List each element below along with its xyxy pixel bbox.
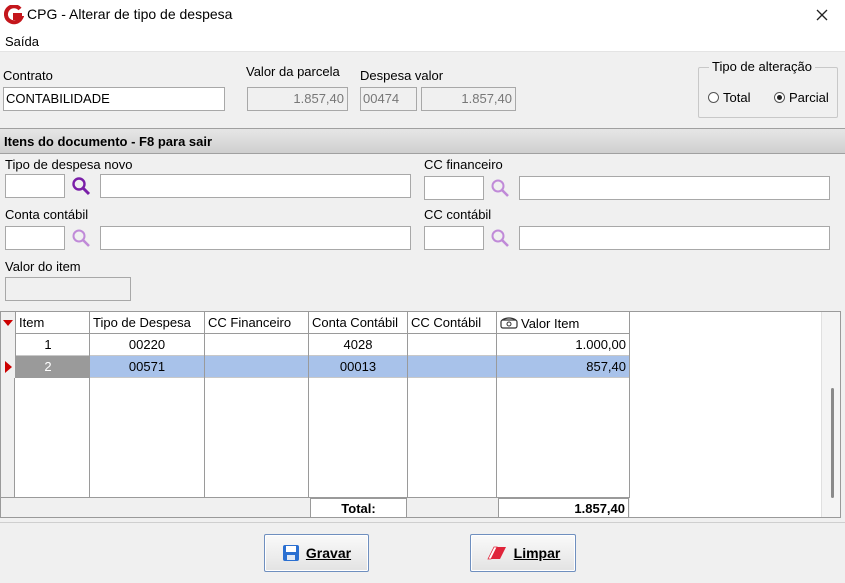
despesa-code-field[interactable]: 00474 [360,87,417,111]
conta-contabil-desc-input[interactable] [100,226,411,250]
section-title: Itens do documento - F8 para sair [4,134,213,149]
gravar-label: Gravar [305,545,352,561]
tipo-despesa-search-button[interactable] [68,174,94,198]
col-header-valor-item[interactable]: Valor Item [497,312,630,334]
limpar-button[interactable]: Limpar [470,534,576,572]
grid-footer: Total: 1.857,40 [1,497,630,517]
conta-contabil-code-input[interactable] [5,226,65,250]
cc-contabil-search-button[interactable] [487,226,513,250]
grid-header: Item Tipo de Despesa CC Financeiro Conta… [1,312,630,334]
radio-total-label: Total [723,90,751,105]
cc-financeiro-code-input[interactable] [424,176,484,200]
contrato-field[interactable]: CONTABILIDADE [3,87,225,111]
tipo-despesa-novo-label: Tipo de despesa novo [5,157,133,172]
despesa-valor-label: Despesa valor [360,68,444,83]
items-grid[interactable]: Item Tipo de Despesa CC Financeiro Conta… [0,311,841,518]
cell-valor-item: 857,40 [497,356,630,378]
cc-contabil-label: CC contábil [424,207,492,222]
col-header-tipo-despesa[interactable]: Tipo de Despesa [90,312,205,334]
button-area [0,522,845,583]
cell-cc-financeiro [205,334,309,356]
title-bar: CPG - Alterar de tipo de despesa [0,0,845,30]
grid-corner [1,312,16,334]
col-header-item[interactable]: Item [16,312,90,334]
col-header-valor-item-label: Valor Item [521,315,580,331]
radio-parcial[interactable]: Parcial [774,90,829,105]
section-header: Itens do documento - F8 para sair [0,128,845,154]
valor-parcela-field[interactable]: 1.857,40 [247,87,348,111]
conta-contabil-label: Conta contábil [5,207,89,222]
cell-cc-contabil [408,334,497,356]
cc-contabil-code-input[interactable] [424,226,484,250]
table-row[interactable]: 1 00220 4028 1.000,00 [1,334,630,356]
close-icon [816,9,828,21]
grid-scrollbar[interactable] [821,312,840,517]
cell-item: 2 [16,356,90,378]
radio-parcial-label: Parcial [789,90,829,105]
search-icon [491,229,509,247]
menu-item-saida[interactable]: Saída [5,34,39,49]
row-indicator [1,334,16,356]
cell-tipo-despesa: 00220 [90,334,205,356]
col-header-cc-financeiro[interactable]: CC Financeiro [205,312,309,334]
cc-financeiro-label: CC financeiro [424,157,503,172]
radio-total[interactable]: Total [708,90,750,105]
cc-financeiro-desc-input[interactable] [519,176,830,200]
cell-conta-contabil: 00013 [309,356,408,378]
tipo-despesa-desc-input[interactable] [100,174,411,198]
phone-icon [500,317,518,329]
cc-contabil-desc-input[interactable] [519,226,830,250]
contrato-label: Contrato [3,68,53,83]
cell-cc-contabil [408,356,497,378]
valor-item-label: Valor do item [5,259,81,274]
total-label: Total: [310,498,407,517]
search-icon [72,229,90,247]
menu-bar: Saída [0,30,845,52]
radio-total-dot[interactable] [708,92,719,103]
valor-item-input[interactable] [5,277,131,301]
cc-financeiro-search-button[interactable] [487,176,513,200]
despesa-value-field[interactable]: 1.857,40 [421,87,516,111]
search-icon [491,179,509,197]
close-button[interactable] [799,0,845,30]
cell-item: 1 [16,334,90,356]
tipo-despesa-code-input[interactable] [5,174,65,198]
window-title: CPG - Alterar de tipo de despesa [27,6,233,22]
radio-parcial-dot[interactable] [774,92,785,103]
valor-parcela-label: Valor da parcela [246,64,340,79]
table-row[interactable]: 2 00571 00013 857,40 [1,356,630,378]
tipo-alteracao-group: Tipo de alteração Total Parcial [698,59,838,118]
save-icon [282,545,299,561]
cell-conta-contabil: 4028 [309,334,408,356]
eraser-icon [487,546,506,560]
cell-tipo-despesa: 00571 [90,356,205,378]
current-row-arrow-icon [5,361,12,373]
cell-cc-financeiro [205,356,309,378]
scrollbar-thumb[interactable] [831,388,834,498]
sort-indicator-icon [3,320,13,326]
limpar-label: Limpar [513,545,561,561]
gravar-button[interactable]: Gravar [264,534,369,572]
col-header-conta-contabil[interactable]: Conta Contábil [309,312,408,334]
total-value: 1.857,40 [498,498,629,517]
col-header-cc-contabil[interactable]: CC Contábil [408,312,497,334]
tipo-alteracao-title: Tipo de alteração [709,59,815,74]
conta-contabil-search-button[interactable] [68,226,94,250]
app-logo-icon [4,5,24,25]
search-icon [72,177,91,196]
cell-valor-item: 1.000,00 [497,334,630,356]
row-indicator [1,356,16,378]
